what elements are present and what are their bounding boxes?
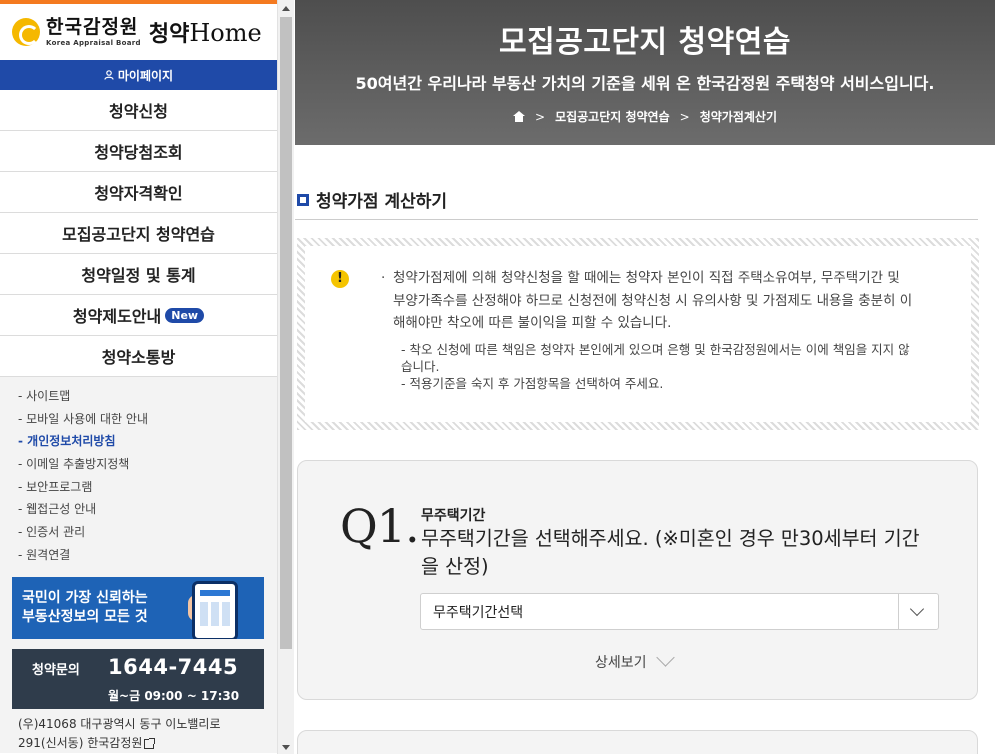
question-text: 무주택기간을 선택해주세요. (※미혼인 경우 만30세부터 기간을 산정) [421, 527, 920, 578]
menu-item-label: 청약제도안내 [72, 307, 162, 326]
mypage-label: 마이페이지 [117, 68, 174, 83]
link-certificate[interactable]: - 인증서 관리 [18, 521, 277, 544]
link-sitemap[interactable]: - 사이트맵 [18, 385, 277, 408]
bullet-dot: · [381, 270, 386, 286]
section-divider [295, 219, 978, 220]
menu-item-label: 청약신청 [109, 102, 168, 121]
menu-item-apply[interactable]: 청약신청 [0, 90, 277, 131]
menu-item-label: 모집공고단지 청약연습 [62, 225, 215, 244]
address-line-2: 291(신서동) 한국감정원 [18, 736, 143, 750]
link-email-policy[interactable]: - 이메일 추출방지정책 [18, 453, 277, 476]
notice-main-text: 청약가점제에 의해 청약신청을 할 때에는 청약자 본인이 직접 주택소유여부,… [393, 270, 913, 331]
main-content: 모집공고단지 청약연습 50여년간 우리나라 부동산 가치의 기준을 세워 온 … [295, 0, 995, 754]
banner-line-2: 부동산정보의 모든 것 [22, 609, 148, 625]
select-value: 무주택기간선택 [433, 604, 524, 621]
notice-box: ! · 청약가점제에 의해 청약신청을 할 때에는 청약자 본인이 직접 주택소… [297, 238, 979, 430]
address: (우)41068 대구광역시 동구 이노밸리로 291(신서동) 한국감정원 [18, 715, 258, 753]
menu-item-practice[interactable]: 모집공고단지 청약연습 [0, 213, 277, 254]
mypage-button[interactable]: 마이페이지 [0, 60, 277, 90]
logo-english-name: Korea Appraisal Board [46, 38, 141, 47]
call-center-banner: 청약문의 1644-7445 월~금 09:00 ~ 17:30 [12, 649, 264, 709]
main-menu: 청약신청 청약당첨조회 청약자격확인 모집공고단지 청약연습 청약일정 및 통계… [0, 90, 277, 377]
chevron-right-icon: > [535, 109, 546, 124]
breadcrumb-item[interactable]: 모집공고단지 청약연습 [555, 108, 670, 125]
warning-icon: ! [331, 270, 349, 288]
link-security-program[interactable]: - 보안프로그램 [18, 476, 277, 499]
menu-item-eligibility[interactable]: 청약자격확인 [0, 172, 277, 213]
phone-illustration [192, 581, 238, 639]
link-accessibility[interactable]: - 웹접근성 안내 [18, 498, 277, 521]
page-title: 모집공고단지 청약연습 [499, 25, 791, 60]
section-heading: 청약가점 계산하기 [297, 187, 447, 212]
call-center-label: 청약문의 [32, 663, 80, 678]
breadcrumb: > 모집공고단지 청약연습 > 청약가점계산기 [295, 108, 995, 125]
kab-logo-icon [12, 18, 40, 46]
sidebar-scrollbar[interactable] [277, 0, 294, 754]
link-privacy-policy[interactable]: - 개인정보처리방침 [18, 430, 277, 453]
logo-brand-ko: 청약 [148, 22, 190, 47]
footer-link-list: - 사이트맵 - 모바일 사용에 대한 안내 - 개인정보처리방침 - 이메일 … [18, 385, 277, 567]
banner-line-1: 국민이 가장 신뢰하는 [22, 590, 148, 606]
question-label: 무주택기간 [421, 508, 486, 524]
menu-item-label: 청약당첨조회 [94, 143, 183, 162]
app-promo-banner[interactable]: 국민이 가장 신뢰하는 부동산정보의 모든 것 [12, 577, 264, 639]
chevron-right-icon: > [679, 109, 690, 124]
question-number: Q1. [340, 499, 420, 553]
scroll-up-arrow-icon[interactable] [282, 6, 290, 11]
footer-links-area: - 사이트맵 - 모바일 사용에 대한 안내 - 개인정보처리방침 - 이메일 … [0, 377, 277, 753]
section-title: 청약가점 계산하기 [316, 192, 448, 212]
sidebar: 한국감정원 Korea Appraisal Board 청약 Home 마이페이지… [0, 0, 277, 754]
call-center-hours: 월~금 09:00 ~ 17:30 [108, 689, 240, 703]
link-remote-support[interactable]: - 원격연결 [18, 544, 277, 567]
home-icon[interactable] [513, 111, 525, 122]
notice-sub-2: - 적용기준을 숙지 후 가점항목을 선택하여 주세요. [401, 376, 664, 391]
menu-item-community[interactable]: 청약소통방 [0, 336, 277, 377]
menu-item-system-guide[interactable]: 청약제도안내 New [0, 295, 277, 336]
logo-korean-name: 한국감정원 [46, 15, 139, 38]
menu-item-label: 청약소통방 [101, 348, 176, 367]
chevron-down-icon[interactable] [898, 594, 938, 629]
detail-toggle-button[interactable]: 상세보기 [595, 652, 675, 672]
question-card-q1: Q1. 무주택기간 무주택기간을 선택해주세요. (※미혼인 경우 만30세부터… [297, 460, 978, 700]
call-center-number: 1644-7445 [108, 655, 239, 679]
page-hero: 모집공고단지 청약연습 50여년간 우리나라 부동산 가치의 기준을 세워 온 … [295, 0, 995, 145]
square-bullet-icon [297, 193, 309, 206]
menu-item-label: 청약자격확인 [94, 184, 183, 203]
address-line-1: (우)41068 대구광역시 동구 이노밸리로 [18, 717, 221, 731]
no-house-period-select[interactable]: 무주택기간선택 [420, 593, 939, 630]
breadcrumb-item-current[interactable]: 청약가점계산기 [700, 108, 777, 125]
site-logo[interactable]: 한국감정원 Korea Appraisal Board 청약 Home [0, 4, 277, 60]
menu-item-label: 청약일정 및 통계 [81, 266, 196, 285]
logo-brand-en: Home [189, 19, 262, 47]
external-link-icon[interactable] [144, 737, 156, 749]
chevron-down-icon [655, 657, 675, 667]
page-subtitle: 50여년간 우리나라 부동산 가치의 기준을 세워 온 한국감정원 주택청약 서… [355, 74, 935, 93]
user-icon [104, 70, 114, 80]
link-mobile-guide[interactable]: - 모바일 사용에 대한 안내 [18, 408, 277, 431]
question-card-q2 [297, 730, 978, 754]
scroll-down-arrow-icon[interactable] [282, 745, 290, 750]
scrollbar-thumb[interactable] [280, 17, 292, 649]
menu-item-schedule-stats[interactable]: 청약일정 및 통계 [0, 254, 277, 295]
detail-label: 상세보기 [595, 655, 647, 671]
menu-item-win-check[interactable]: 청약당첨조회 [0, 131, 277, 172]
notice-sub-1: - 착오 신청에 따른 책임은 청약자 본인에게 있으며 은행 및 한국감정원에… [401, 342, 910, 374]
new-badge: New [165, 307, 205, 323]
